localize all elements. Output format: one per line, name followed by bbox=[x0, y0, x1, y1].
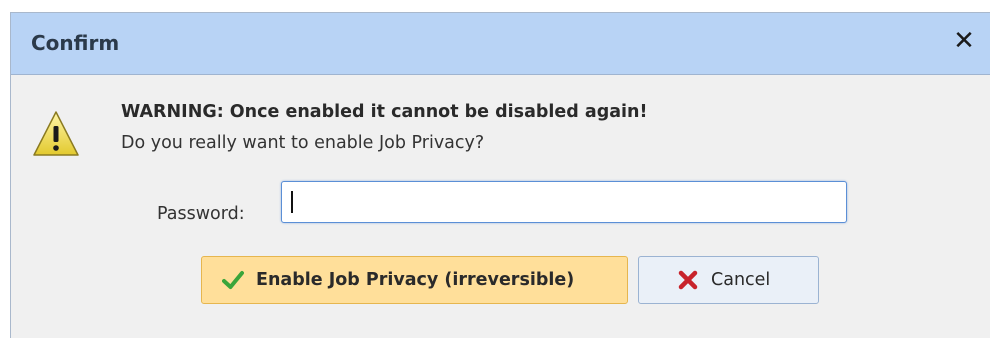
text-caret bbox=[291, 191, 293, 213]
password-label: Password: bbox=[157, 204, 245, 224]
x-icon bbox=[678, 270, 698, 290]
dialog-title: Confirm bbox=[31, 31, 120, 55]
warning-message: WARNING: Once enabled it cannot be disab… bbox=[121, 102, 648, 122]
enable-job-privacy-button[interactable]: Enable Job Privacy (irreversible) bbox=[201, 256, 628, 304]
confirmation-question: Do you really want to enable Job Privacy… bbox=[121, 133, 485, 153]
warning-icon bbox=[33, 111, 79, 156]
enable-button-label: Enable Job Privacy (irreversible) bbox=[256, 270, 575, 290]
cancel-button-label: Cancel bbox=[711, 270, 771, 290]
dialog-titlebar: Confirm ✕ bbox=[11, 13, 990, 75]
confirm-dialog: Confirm ✕ WARNING: Once enabled it canno… bbox=[10, 12, 990, 338]
password-input[interactable] bbox=[281, 181, 847, 223]
cancel-button[interactable]: Cancel bbox=[638, 256, 819, 304]
close-button[interactable]: ✕ bbox=[950, 27, 978, 55]
checkmark-icon bbox=[222, 271, 244, 289]
